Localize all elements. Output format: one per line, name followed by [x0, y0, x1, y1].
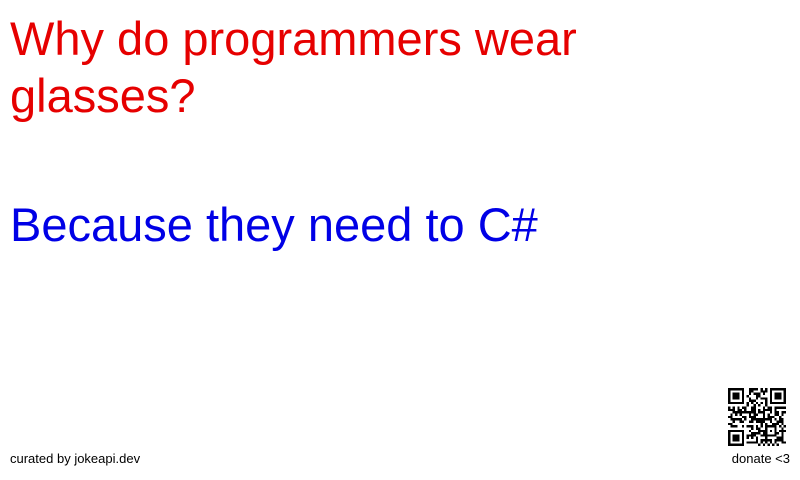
joke-punchline: Because they need to C#: [10, 198, 538, 251]
qr-code-icon: [728, 388, 786, 446]
credit-text: curated by jokeapi.dev: [10, 451, 141, 466]
joke-setup: Why do programmers wear glasses?: [10, 12, 577, 122]
donate-link[interactable]: donate <3: [732, 451, 790, 467]
